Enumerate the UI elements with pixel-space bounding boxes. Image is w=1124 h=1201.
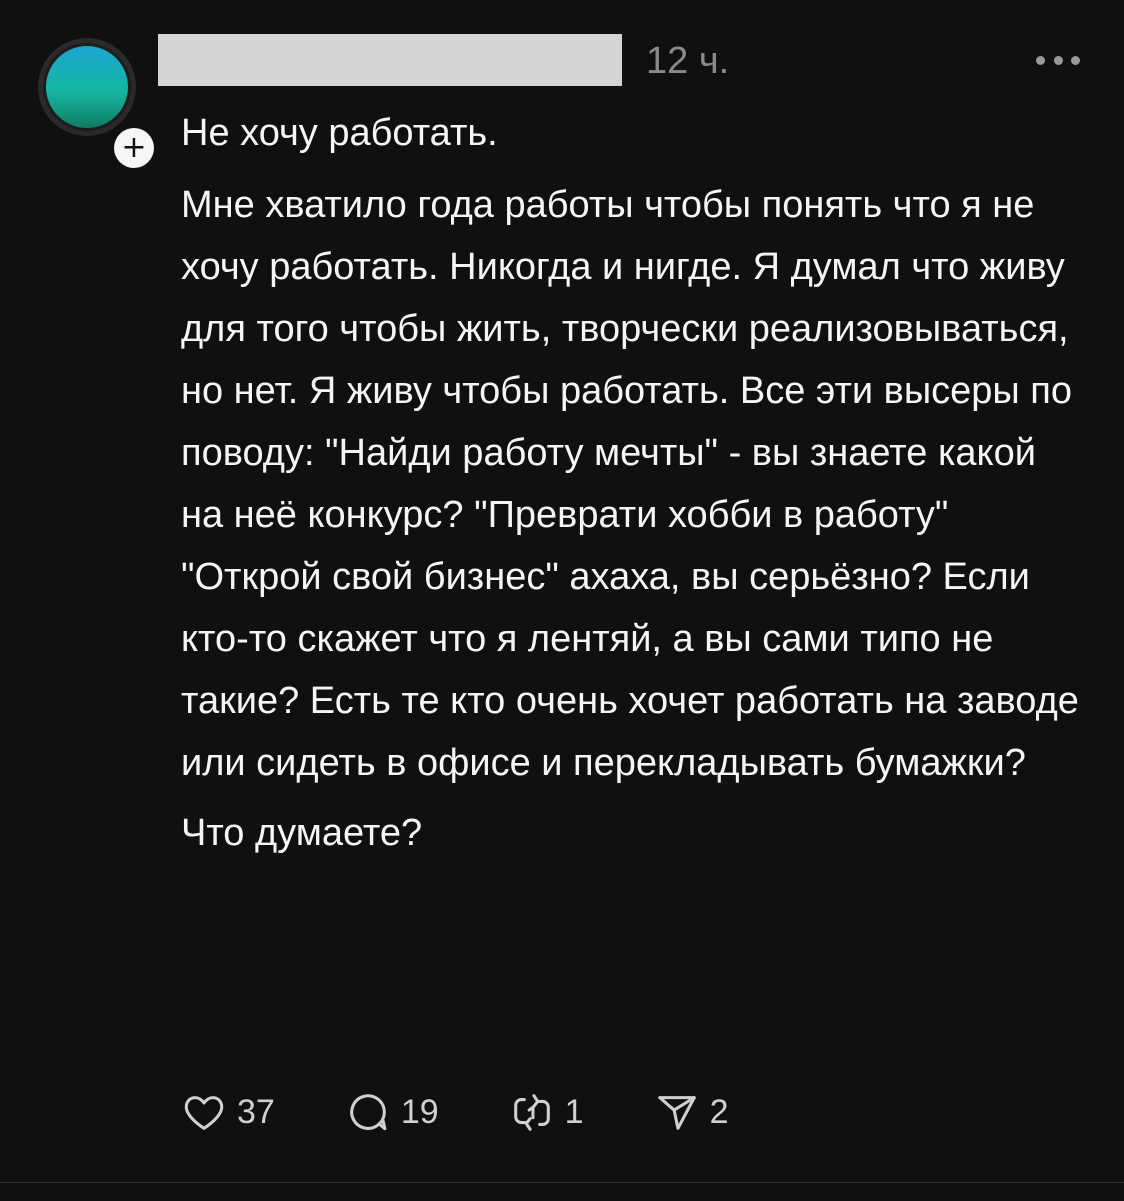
dot — [1071, 55, 1080, 65]
heart-icon — [184, 1096, 224, 1130]
avatar[interactable] — [38, 38, 136, 136]
post-title: Не хочу работать. — [181, 112, 498, 154]
comment-button[interactable]: 19 — [345, 1089, 439, 1135]
plus-icon: + — [114, 128, 154, 168]
share-count: 2 — [709, 1092, 729, 1131]
post-closing: Что думаете? — [181, 812, 423, 854]
username-redacted — [158, 34, 622, 86]
post-timestamp: 12 ч. — [646, 40, 730, 82]
more-dots-icon[interactable] — [1036, 48, 1080, 72]
post-divider — [0, 1182, 1124, 1183]
post-body: Мне хватило года работы чтобы понять что… — [181, 184, 1079, 784]
post-actions-bar: 37 19 1 2 — [181, 1088, 799, 1136]
post-content: Не хочу работать. Мне хватило года работ… — [181, 102, 1081, 864]
like-count: 37 — [237, 1092, 275, 1131]
follow-button[interactable]: + — [108, 122, 160, 174]
dot — [1053, 55, 1063, 65]
dot — [1036, 55, 1045, 65]
share-button[interactable]: 2 — [654, 1089, 729, 1135]
comment-count: 19 — [400, 1092, 439, 1131]
send-icon — [657, 1096, 696, 1130]
like-button[interactable]: 37 — [181, 1089, 275, 1135]
repost-count: 1 — [564, 1092, 584, 1131]
comment-bubble-icon — [350, 1094, 387, 1131]
repost-icon — [513, 1094, 550, 1131]
avatar-image — [43, 43, 131, 131]
repost-button[interactable]: 1 — [509, 1089, 584, 1135]
author-avatar-container[interactable]: + — [38, 38, 160, 174]
